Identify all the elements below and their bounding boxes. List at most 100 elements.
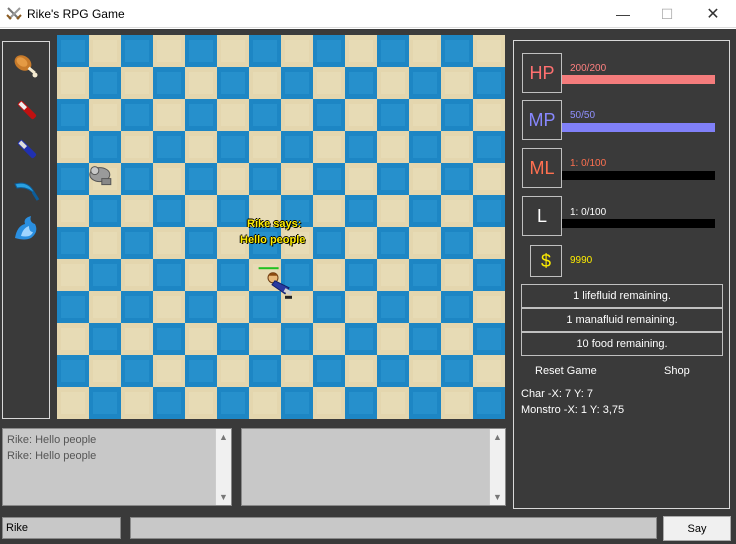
- tile-texture: [317, 40, 341, 62]
- tile-texture: [221, 296, 245, 318]
- tile-texture: [349, 328, 373, 350]
- level-value: 1: 0/100: [570, 207, 607, 218]
- manafluid-message: 1 manafluid remaining.: [521, 308, 723, 332]
- lifefluid-message: 1 lifefluid remaining.: [521, 284, 723, 308]
- level-label: L: [536, 205, 547, 226]
- mp-bar: [562, 123, 715, 132]
- tile-texture: [477, 232, 501, 254]
- secondary-chat-log[interactable]: ▲ ▼: [241, 428, 506, 506]
- tile-texture: [221, 392, 245, 414]
- chat-line: Rike: Hello people: [7, 434, 97, 446]
- secondary-chat-scrollbar[interactable]: ▲ ▼: [489, 429, 505, 505]
- tile-texture: [253, 168, 277, 190]
- shop-button[interactable]: Shop: [664, 365, 690, 377]
- tile-texture: [61, 392, 85, 414]
- tile-texture: [125, 328, 149, 350]
- tile-texture: [157, 360, 181, 382]
- scroll-up-arrow-icon[interactable]: ▲: [490, 429, 505, 445]
- tile-texture: [157, 168, 181, 190]
- meat-food-icon[interactable]: [11, 52, 41, 80]
- tile-texture: [157, 232, 181, 254]
- tile-texture: [477, 40, 501, 62]
- tile-texture: [93, 232, 117, 254]
- tile-texture: [221, 328, 245, 350]
- tile-texture: [93, 360, 117, 382]
- tile-texture: [381, 168, 405, 190]
- tile-texture: [189, 104, 213, 126]
- tile-texture: [413, 136, 437, 158]
- tile-texture: [93, 392, 117, 414]
- scroll-down-arrow-icon[interactable]: ▼: [216, 489, 231, 505]
- tile-texture: [221, 264, 245, 286]
- chat-log[interactable]: Rike: Hello people Rike: Hello people ▲ ▼: [2, 428, 232, 506]
- tile-texture: [125, 40, 149, 62]
- tile-texture: [381, 392, 405, 414]
- tile-texture: [317, 264, 341, 286]
- mp-bar-fill: [562, 123, 715, 132]
- mp-label-box: MP: [522, 100, 562, 140]
- tile-texture: [221, 72, 245, 94]
- scroll-down-arrow-icon[interactable]: ▼: [490, 489, 505, 505]
- tile-texture: [61, 232, 85, 254]
- blue-crescent-blade-icon[interactable]: [11, 176, 41, 204]
- ml-bar: [562, 171, 715, 180]
- tile-texture: [253, 328, 277, 350]
- tile-texture: [477, 328, 501, 350]
- tile-texture: [221, 136, 245, 158]
- tile-texture: [317, 360, 341, 382]
- mp-value: 50/50: [570, 110, 596, 121]
- tile-texture: [413, 392, 437, 414]
- tile-texture: [93, 296, 117, 318]
- tile-texture: [125, 392, 149, 414]
- chat-log-scrollbar[interactable]: ▲ ▼: [215, 429, 231, 505]
- tile-texture: [349, 40, 373, 62]
- crossed-swords-icon: [6, 7, 22, 20]
- game-board[interactable]: Rike says: Hello people: [57, 35, 505, 419]
- ml-label-box: ML: [522, 148, 562, 188]
- tile-texture: [381, 200, 405, 222]
- tile-texture: [445, 40, 469, 62]
- bottom-bar: Rike Say: [0, 514, 736, 544]
- chat-input[interactable]: [130, 517, 657, 539]
- ice-fire-spell-icon[interactable]: [11, 214, 41, 242]
- tile-texture: [381, 136, 405, 158]
- tile-texture: [317, 168, 341, 190]
- money-icon-box: $: [530, 245, 562, 277]
- window-title: Rike's RPG Game: [27, 7, 125, 21]
- tile-texture: [381, 328, 405, 350]
- scroll-up-arrow-icon[interactable]: ▲: [216, 429, 231, 445]
- tile-texture: [445, 136, 469, 158]
- tile-texture: [285, 72, 309, 94]
- red-lifefluid-potion-icon[interactable]: [11, 96, 41, 124]
- minimize-button[interactable]: —: [600, 0, 646, 28]
- tile-texture: [445, 360, 469, 382]
- tile-texture: [253, 392, 277, 414]
- tile-texture: [317, 328, 341, 350]
- tile-texture: [61, 328, 85, 350]
- tile-texture: [253, 136, 277, 158]
- tile-texture: [93, 328, 117, 350]
- maximize-button[interactable]: ☐: [644, 0, 690, 28]
- level-bar: [562, 219, 715, 228]
- hp-value: 200/200: [570, 63, 607, 74]
- reset-game-button[interactable]: Reset Game: [535, 365, 597, 377]
- tile-texture: [93, 200, 117, 222]
- tile-texture: [61, 360, 85, 382]
- tile-texture: [285, 40, 309, 62]
- tile-texture: [413, 264, 437, 286]
- tile-texture: [285, 328, 309, 350]
- close-button[interactable]: ✕: [690, 0, 736, 28]
- tile-texture: [285, 264, 309, 286]
- say-button[interactable]: Say: [663, 516, 731, 541]
- blue-manafluid-potion-icon[interactable]: [11, 135, 41, 163]
- tile-texture: [413, 328, 437, 350]
- tile-texture: [413, 168, 437, 190]
- tile-texture: [61, 296, 85, 318]
- player-name-field[interactable]: Rike: [2, 517, 121, 539]
- tile-texture: [253, 40, 277, 62]
- money-value: 9990: [570, 255, 593, 266]
- tile-texture: [477, 360, 501, 382]
- tile-texture: [349, 296, 373, 318]
- tile-texture: [61, 72, 85, 94]
- tile-texture: [253, 296, 277, 318]
